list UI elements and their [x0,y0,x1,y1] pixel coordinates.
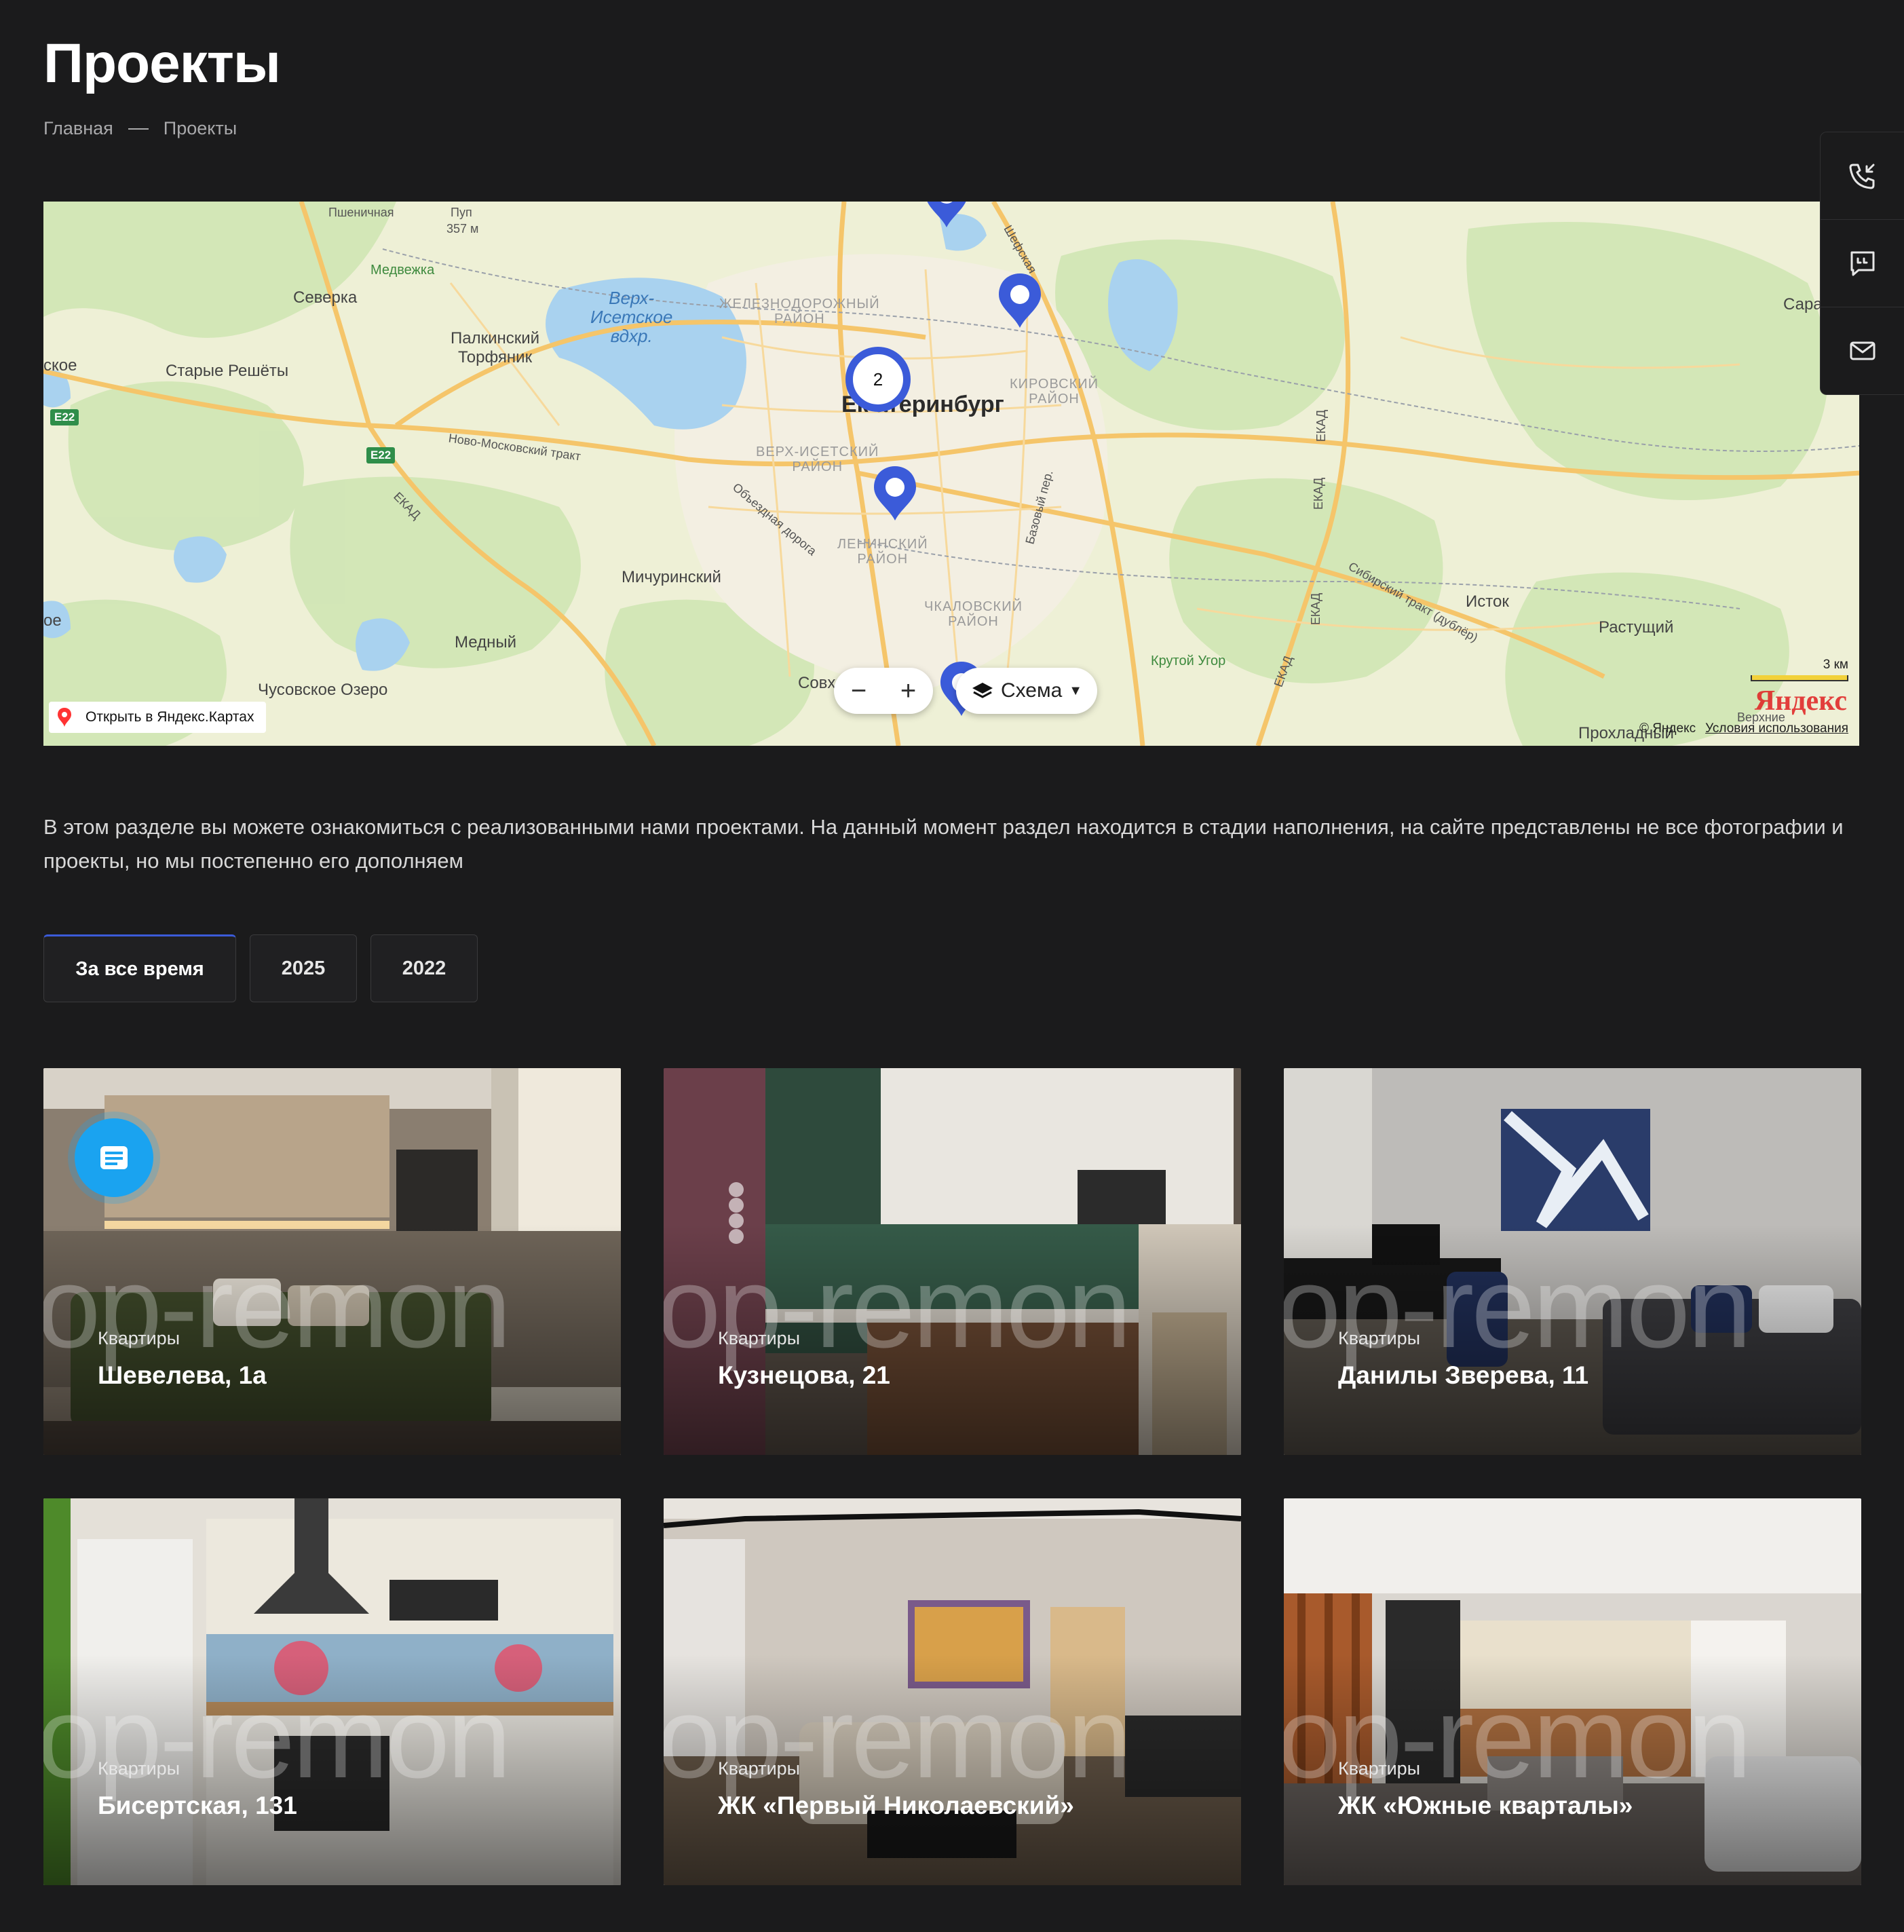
email-button[interactable] [1821,307,1904,394]
phone-callback-icon [1849,164,1875,189]
side-contact-widgets [1820,132,1904,395]
map-label-zheleznodorozhny: ЖЕЛЕЗНОДОРОЖНЫЙ РАЙОН [719,297,880,326]
project-category: Квартиры [1338,1328,1421,1348]
map-copyright: © Яндекс Условия использования [1639,721,1848,736]
projects-map[interactable]: Пшеничная Пуп 357 м Медвежка Северка Вер… [43,202,1859,746]
intro-text: В этом разделе вы можете ознакомиться с … [43,815,1844,873]
project-card-pervy-nikolaevsky[interactable]: op-remon Квартиры ЖК «Первый Николаевски… [664,1498,1241,1885]
zoom-out-button[interactable]: − [851,677,867,704]
map-label-reservoir: Верх- Исетское вдхр. [590,288,673,346]
callback-button[interactable] [1821,132,1904,220]
project-category: Квартиры [1338,1758,1421,1779]
mail-icon [1850,341,1876,360]
map-label-kirovsky: КИРОВСКИЙ РАЙОН [1010,377,1099,406]
map-scale-label: 3 км [1823,658,1848,672]
map-label-starye-reshety: Старые Решёты [166,362,289,380]
breadcrumb: Главная Проекты [43,118,237,139]
tab-2022[interactable]: 2022 [370,934,478,1002]
breadcrumb-home-link[interactable]: Главная [43,118,113,139]
map-label-medny: Медный [455,633,516,651]
project-category: Квартиры [718,1328,801,1348]
map-pin-red-icon [58,708,71,727]
open-in-yandex-maps-link[interactable]: Открыть в Яндекс.Картах [49,702,267,733]
map-terms-link[interactable]: Условия использования [1705,721,1848,736]
chevron-down-icon: ▼ [1069,683,1083,698]
breadcrumb-separator [128,128,149,130]
project-title: ЖК «Южные кварталы» [1338,1792,1633,1819]
zoom-in-button[interactable]: + [900,677,916,704]
tab-2025[interactable]: 2025 [250,934,357,1002]
map-label-krutoy-ugor: Крутой Угор [1151,654,1226,668]
project-card-yuzhnye-kvartaly[interactable]: op-remon Квартиры ЖК «Южные кварталы» [1284,1498,1861,1885]
map-label-leninsky: ЛЕНИНСКИЙ РАЙОН [837,537,928,567]
message-icon [100,1146,128,1169]
watermark: op-remon [1284,1243,1752,1372]
chat-quote-icon [1850,251,1875,276]
layers-icon [972,683,993,698]
map-label-michurinsky: Мичуринский [622,568,721,586]
map-label-staroe-left: ское [43,356,77,375]
gallery-dots[interactable] [727,1181,745,1246]
map-label-sara: Сара [1783,295,1823,314]
map-label-pshenichnaya: Пшеничная [328,206,394,219]
project-pin-marker-center[interactable] [873,465,917,522]
road-badge-e22-west: E22 [50,409,79,425]
watermark: op-remon [664,1243,1132,1372]
project-title: Данилы Зверева, 11 [1338,1361,1589,1389]
map-scale: 3 км [1751,658,1848,681]
project-card-danily-zvereva[interactable]: op-remon Квартиры Данилы Зверева, 11 [1284,1068,1861,1455]
map-label-pup-height: 357 м [446,222,479,235]
open-in-yandex-maps-label: Открыть в Яндекс.Картах [85,709,254,725]
project-title: Бисертская, 131 [98,1792,297,1819]
year-filter-tabs: За все время 2025 2022 [43,934,478,1002]
map-label-chkalovsky: ЧКАЛОВСКИЙ РАЙОН [924,599,1023,629]
map-zoom-control: − + [834,668,933,714]
map-label-sovkh: Совх [798,674,836,692]
watermark: op-remon [664,1673,1132,1802]
map-label-ekad3: ЕКАД [1312,477,1326,510]
yandex-logo: Яндекс [1754,685,1847,717]
map-label-istok: Исток [1466,592,1509,611]
map-label-rastushchy: Растущий [1599,618,1674,637]
project-category: Квартиры [718,1758,801,1779]
project-category: Квартиры [98,1758,180,1779]
project-pin-marker-north[interactable] [997,272,1042,329]
map-label-ekad2: ЕКАД [1314,409,1329,442]
watermark: op-remon [43,1243,512,1372]
chat-button[interactable] [1821,220,1904,307]
project-title: Шевелева, 1а [98,1361,267,1389]
map-copyright-text: © Яндекс [1639,721,1696,736]
project-card-kuznetsova[interactable]: op-remon Квартиры Кузнецова, 21 [664,1068,1241,1455]
tab-all-time[interactable]: За все время [43,934,236,1002]
map-layer-label: Схема [1000,679,1063,702]
map-label-severka: Северка [293,288,358,307]
project-category: Квартиры [98,1328,180,1348]
project-pin-marker-top[interactable] [924,202,969,229]
map-label-oe-left: ое [43,611,62,630]
watermark: op-remon [1284,1673,1752,1802]
map-label-chusovskoe: Чусовское Озеро [258,681,388,699]
map-label-palkinsky: Палкинский Торфяник [451,329,540,366]
project-title: Кузнецова, 21 [718,1361,890,1389]
online-chat-button[interactable] [75,1118,153,1197]
map-label-medvezhka: Медвежка [370,263,435,278]
project-cluster-marker[interactable]: 2 [845,347,911,412]
project-card-bisertskaya[interactable]: op-remon Квартиры Бисертская, 131 [43,1498,621,1885]
watermark: op-remon [43,1673,512,1802]
map-label-ekad4: ЕКАД [1309,592,1323,626]
map-label-pup: Пуп [451,206,472,219]
breadcrumb-current: Проекты [163,118,237,138]
road-badge-e22-east: E22 [366,447,396,463]
map-layer-button[interactable]: Схема ▼ [956,668,1097,714]
project-title: ЖК «Первый Николаевский» [718,1792,1074,1819]
map-label-verkh-isetsky: ВЕРХ-ИСЕТСКИЙ РАЙОН [756,444,879,474]
project-card-sheveleva[interactable]: op-remon Квартиры Шевелева, 1а [43,1068,621,1455]
map-scale-bar [1751,675,1848,681]
page-title: Проекты [43,33,281,94]
